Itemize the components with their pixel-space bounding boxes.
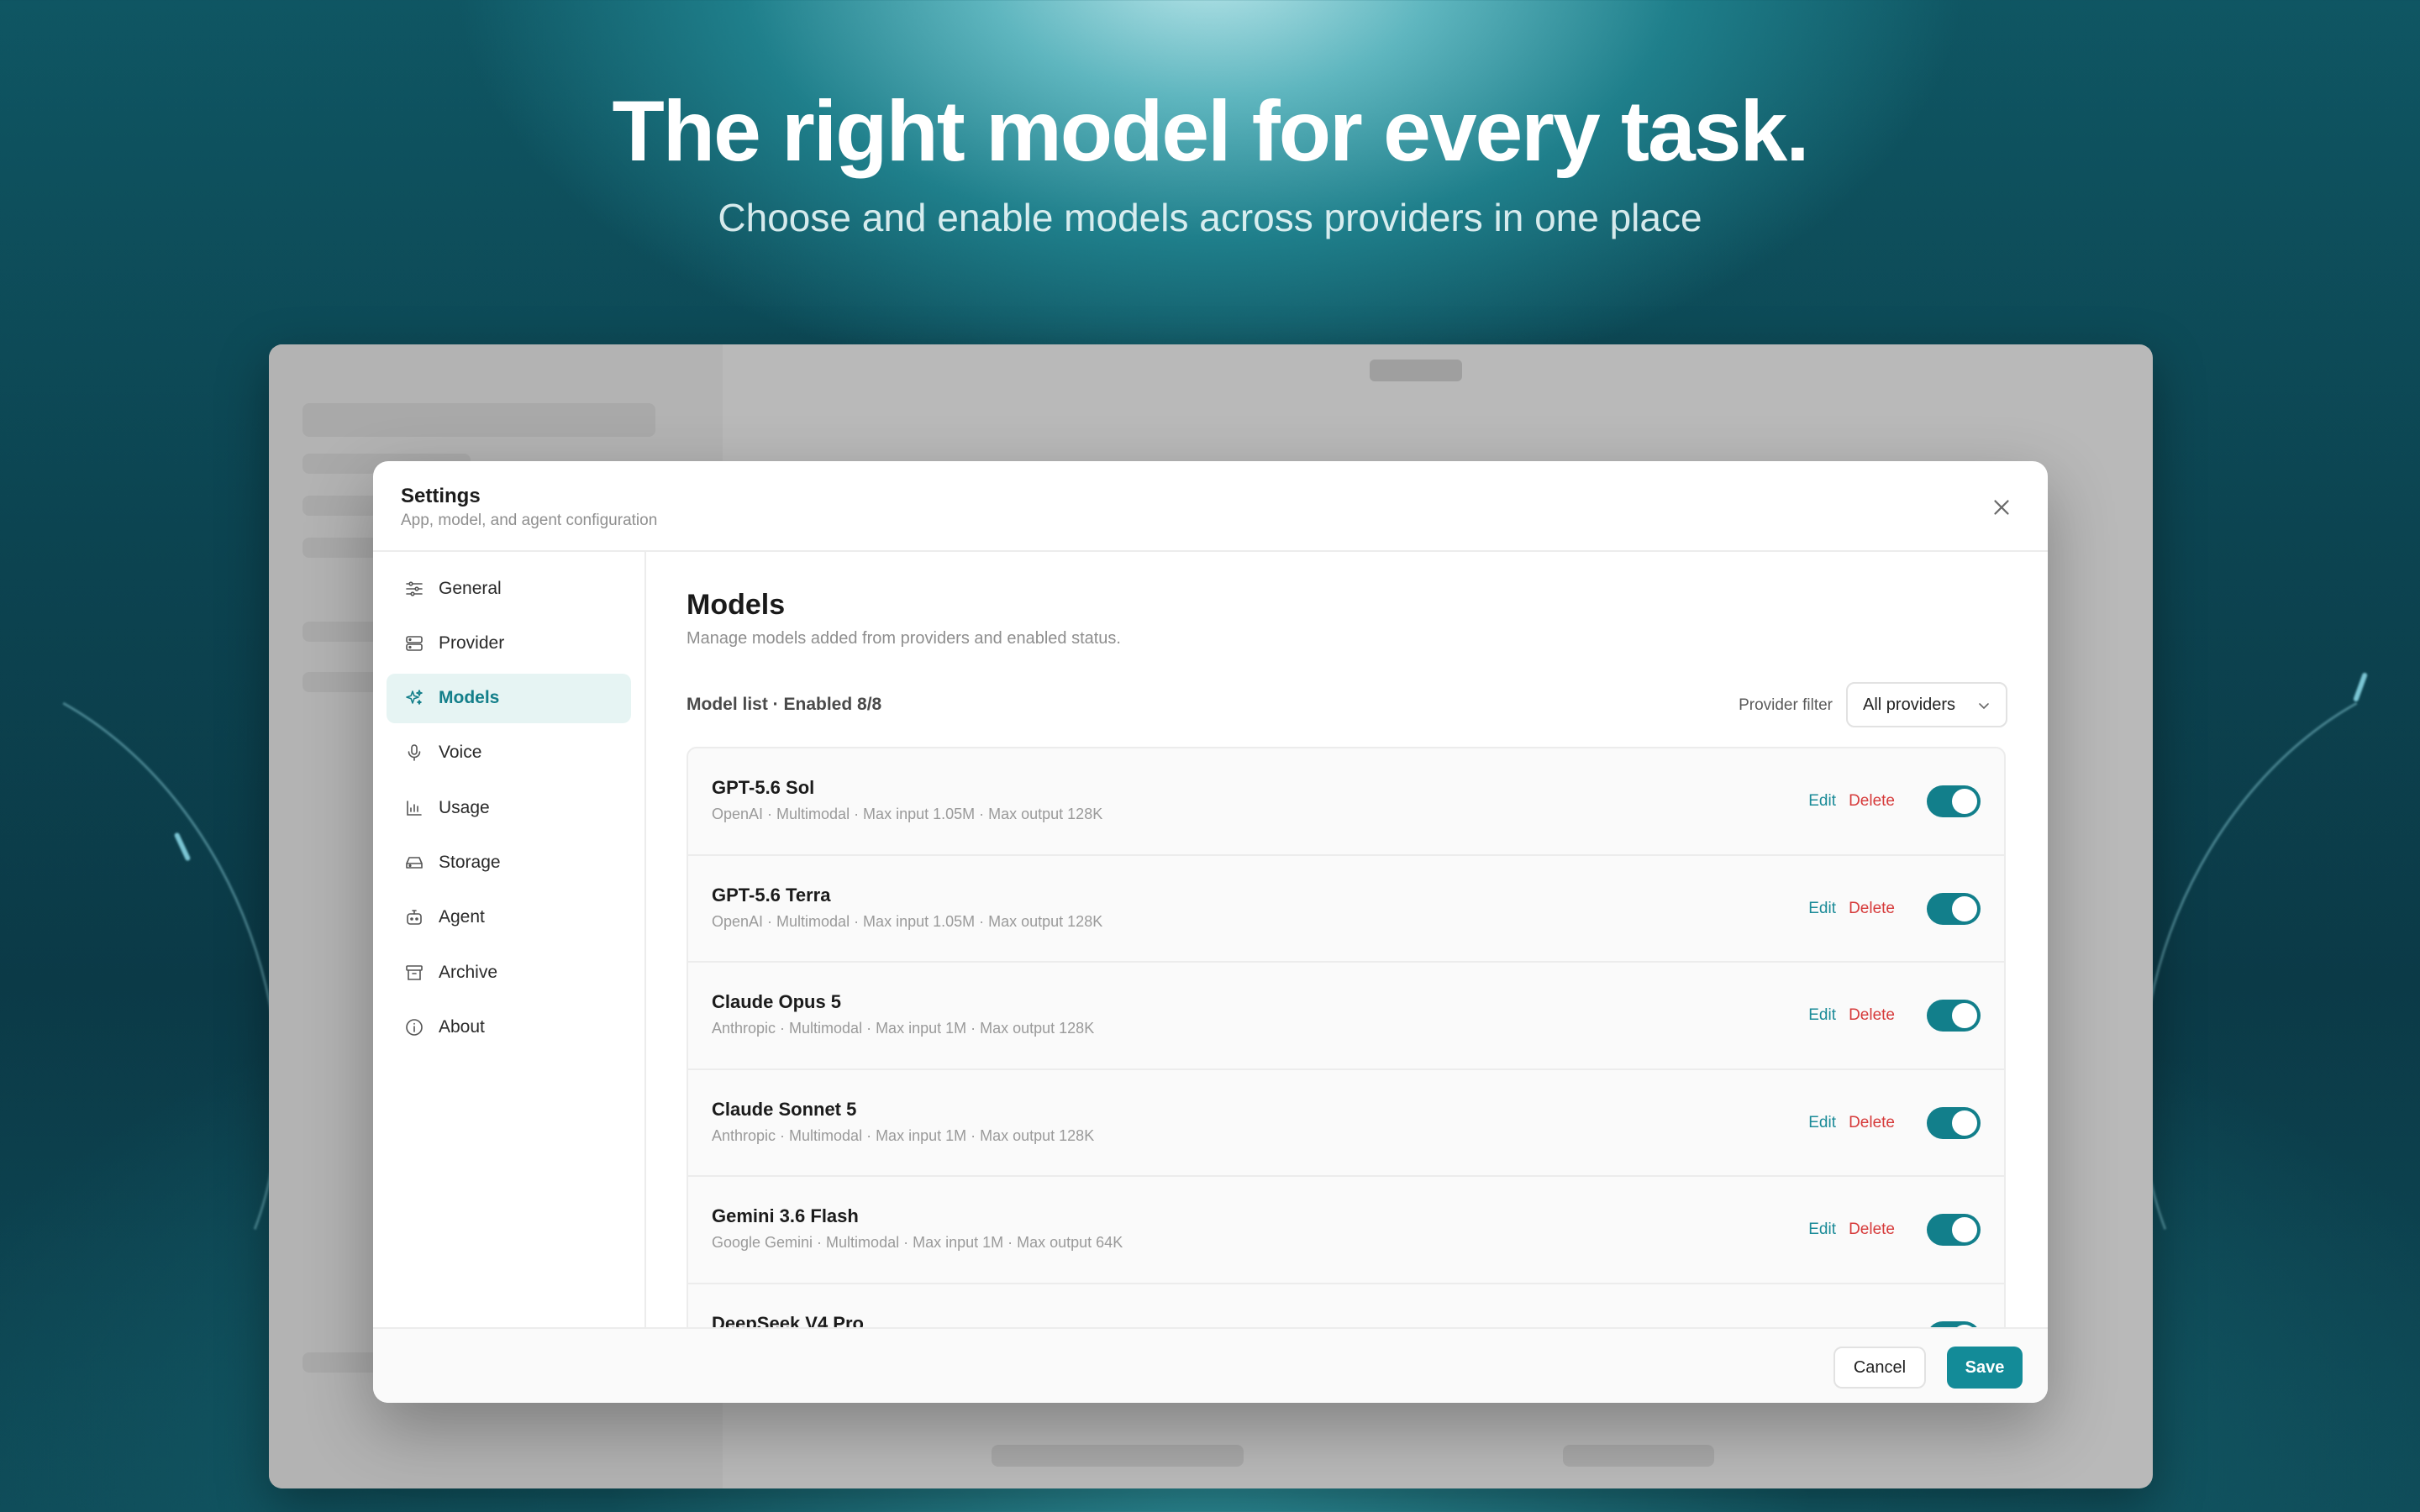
model-row: GPT-5.6 Sol OpenAI · Multimodal · Max in… — [688, 748, 2004, 856]
models-content: Models Manage models added from provider… — [646, 552, 2048, 1329]
archive-icon — [403, 962, 425, 984]
model-row: Claude Sonnet 5 Anthropic · Multimodal ·… — [688, 1070, 2004, 1177]
nav-item-label: Agent — [439, 907, 485, 927]
bar-chart-icon — [403, 797, 425, 819]
model-meta: Google Gemini · Multimodal · Max input 1… — [712, 1234, 1123, 1251]
microphone-icon — [403, 742, 425, 764]
nav-item-label: Archive — [439, 962, 498, 982]
nav-item-usage[interactable]: Usage — [387, 783, 631, 832]
modal-title: Settings — [401, 485, 481, 507]
nav-item-models[interactable]: Models — [387, 673, 631, 723]
toggle-knob — [1952, 895, 1977, 921]
model-meta: OpenAI · Multimodal · Max input 1.05M · … — [712, 806, 1103, 822]
model-meta: Anthropic · Multimodal · Max input 1M · … — [712, 1126, 1095, 1144]
nav-item-general[interactable]: General — [387, 564, 631, 613]
save-button[interactable]: Save — [1947, 1347, 2023, 1389]
edit-button[interactable]: Edit — [1808, 900, 1836, 918]
nav-item-about[interactable]: About — [387, 1002, 631, 1052]
cancel-button[interactable]: Cancel — [1833, 1347, 1926, 1389]
enabled-toggle[interactable] — [1927, 785, 1981, 817]
nav-item-archive[interactable]: Archive — [387, 948, 631, 997]
edit-button[interactable]: Edit — [1808, 1221, 1836, 1239]
nav-item-label: Storage — [439, 852, 501, 872]
model-row: GPT-5.6 Terra OpenAI · Multimodal · Max … — [688, 856, 2004, 963]
hero-subtitle: Choose and enable models across provider… — [718, 196, 1702, 239]
sparkles-icon — [403, 687, 425, 709]
delete-button[interactable]: Delete — [1849, 1221, 1895, 1239]
settings-modal: Settings App, model, and agent configura… — [373, 461, 2048, 1403]
provider-filter-value: All providers — [1863, 695, 1956, 714]
server-icon — [403, 633, 425, 654]
provider-filter-label: Provider filter — [1739, 696, 1833, 714]
close-button[interactable] — [1989, 495, 2014, 520]
enabled-toggle[interactable] — [1927, 1214, 1981, 1246]
nav-item-label: Voice — [439, 743, 482, 763]
model-name: GPT-5.6 Terra — [712, 884, 831, 906]
edit-button[interactable]: Edit — [1808, 1114, 1836, 1132]
close-icon — [1994, 500, 2009, 515]
delete-button[interactable]: Delete — [1849, 1006, 1895, 1025]
nav-item-label: Models — [439, 688, 500, 708]
nav-item-label: Provider — [439, 633, 505, 653]
nav-item-label: Usage — [439, 797, 490, 817]
nav-item-agent[interactable]: Agent — [387, 893, 631, 942]
model-name: Gemini 3.6 Flash — [712, 1205, 859, 1226]
info-icon — [403, 1016, 425, 1038]
edit-button[interactable]: Edit — [1808, 1006, 1836, 1025]
hard-drive-icon — [403, 852, 425, 874]
toggle-knob — [1952, 1110, 1977, 1136]
enabled-toggle[interactable] — [1927, 1000, 1981, 1032]
modal-header: Settings App, model, and agent configura… — [373, 461, 2048, 552]
background-app-title — [1370, 360, 1462, 381]
bot-icon — [403, 906, 425, 928]
provider-filter-select[interactable]: All providers — [1846, 682, 2007, 727]
modal-footer: Cancel Save — [373, 1327, 2048, 1403]
model-name: Claude Sonnet 5 — [712, 1098, 857, 1120]
delete-button[interactable]: Delete — [1849, 792, 1895, 811]
modal-subtitle: App, model, and agent configuration — [401, 512, 658, 529]
model-meta: OpenAI · Multimodal · Max input 1.05M · … — [712, 912, 1103, 930]
sliders-icon — [403, 578, 425, 600]
model-list-label: Model list · Enabled 8/8 — [687, 695, 882, 714]
model-name: Claude Opus 5 — [712, 991, 842, 1012]
model-row: DeepSeek V4 Pro — [688, 1284, 2004, 1329]
settings-nav: General Provider Models Voice Usage Stor… — [373, 552, 646, 1329]
enabled-toggle[interactable] — [1927, 892, 1981, 925]
enabled-toggle[interactable] — [1927, 1106, 1981, 1139]
delete-button[interactable]: Delete — [1849, 900, 1895, 918]
model-name: GPT-5.6 Sol — [712, 777, 815, 798]
model-row: Gemini 3.6 Flash Google Gemini · Multimo… — [688, 1177, 2004, 1284]
nav-item-label: About — [439, 1016, 485, 1037]
toggle-knob — [1952, 1003, 1977, 1028]
hero-title: The right model for every task. — [612, 83, 1809, 179]
delete-button[interactable]: Delete — [1849, 1114, 1895, 1132]
page-title: Models — [687, 589, 786, 621]
model-meta: Anthropic · Multimodal · Max input 1M · … — [712, 1020, 1095, 1037]
nav-item-provider[interactable]: Provider — [387, 618, 631, 668]
model-list: GPT-5.6 Sol OpenAI · Multimodal · Max in… — [687, 747, 2006, 1329]
edit-button[interactable]: Edit — [1808, 792, 1836, 811]
chevron-down-icon — [1979, 703, 1989, 710]
model-row: Claude Opus 5 Anthropic · Multimodal · M… — [688, 963, 2004, 1070]
nav-item-label: General — [439, 578, 502, 598]
page-description: Manage models added from providers and e… — [687, 629, 1121, 648]
toggle-knob — [1952, 1217, 1977, 1242]
toggle-knob — [1952, 789, 1977, 814]
nav-item-voice[interactable]: Voice — [387, 728, 631, 778]
nav-item-storage[interactable]: Storage — [387, 837, 631, 887]
